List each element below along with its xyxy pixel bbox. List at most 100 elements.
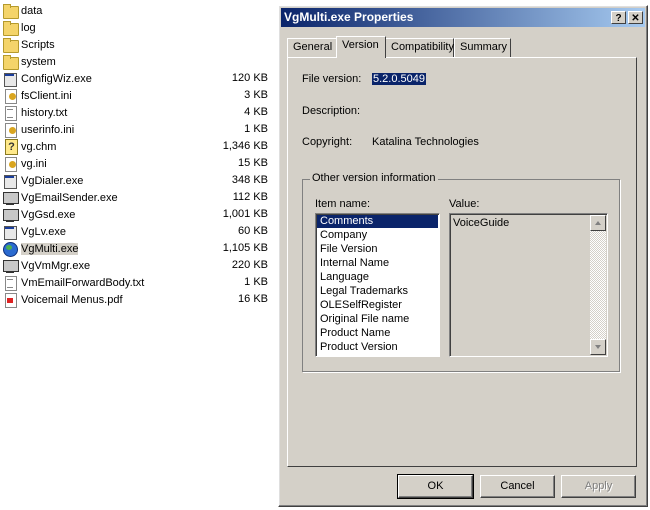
group-title: Other version information <box>310 172 438 184</box>
ok-button[interactable]: OK <box>397 474 474 499</box>
arrow-up-icon <box>595 221 601 225</box>
file-name: VgGsd.exe <box>21 208 76 221</box>
file-size: 15 KB <box>238 157 268 169</box>
file-size: 16 KB <box>238 293 268 305</box>
file-name: VmEmailForwardBody.txt <box>21 276 145 289</box>
dialog-title: VgMulti.exe Properties <box>284 10 414 24</box>
file-name: VgVmMgr.exe <box>21 259 91 272</box>
copyright-label: Copyright: <box>302 136 353 148</box>
value-label: Value: <box>449 198 480 210</box>
file-size: 348 KB <box>231 174 268 186</box>
tab-general[interactable]: General <box>287 38 339 57</box>
ini-icon <box>2 88 18 104</box>
file-row[interactable]: vg.ini <box>2 155 176 172</box>
dialog-titlebar[interactable]: VgMulti.exe Properties ? ✕ <box>281 8 645 27</box>
file-row[interactable]: VgLv.exe <box>2 223 176 240</box>
file-size: 112 KB <box>232 191 268 203</box>
file-row[interactable]: VgMulti.exe <box>2 240 176 257</box>
value-text: VoiceGuide <box>453 217 510 229</box>
exe-icon <box>2 224 18 240</box>
ini-icon <box>2 156 18 172</box>
file-name: vg.ini <box>21 157 47 170</box>
file-row[interactable]: VgVmMgr.exe <box>2 257 176 274</box>
file-size: 1,001 KB <box>222 208 268 220</box>
file-version-label: File version: <box>302 73 362 85</box>
file-row[interactable]: VgGsd.exe <box>2 206 176 223</box>
value-textbox[interactable]: VoiceGuide <box>449 213 608 357</box>
file-name: ConfigWiz.exe <box>21 72 92 85</box>
text-file-icon <box>2 105 18 121</box>
help-file-icon <box>2 138 18 155</box>
file-size: 60 KB <box>238 225 268 237</box>
version-tab-panel: File version: 5.2.0.5049 Description: Co… <box>287 57 637 467</box>
list-item[interactable]: Language <box>317 271 438 284</box>
list-item[interactable]: Original File name <box>317 313 438 326</box>
list-item[interactable]: Product Version <box>317 341 438 354</box>
file-row[interactable]: VgDialer.exe <box>2 172 176 189</box>
list-item[interactable]: Comments <box>317 215 438 228</box>
file-name: VgEmailSender.exe <box>21 191 118 204</box>
file-name: VgDialer.exe <box>21 174 84 187</box>
file-row[interactable]: system <box>2 53 176 70</box>
file-size <box>178 36 268 53</box>
file-name: VgLv.exe <box>21 225 67 238</box>
file-name: Scripts <box>21 38 55 51</box>
tab-summary[interactable]: Summary <box>454 38 511 57</box>
file-size: 220 KB <box>231 259 268 271</box>
scroll-down-button[interactable] <box>590 339 606 355</box>
file-name: vg.chm <box>21 140 57 153</box>
file-row[interactable]: userinfo.ini <box>2 121 176 138</box>
copyright-value[interactable]: Katalina Technologies <box>372 136 479 148</box>
folder-icon <box>2 3 19 19</box>
file-row[interactable]: history.txt <box>2 104 176 121</box>
file-size: 3 KB <box>244 89 268 101</box>
file-row[interactable]: data <box>2 2 176 19</box>
network-icon <box>2 190 19 206</box>
file-size <box>178 19 268 36</box>
apply-button[interactable]: Apply <box>561 475 636 498</box>
list-item[interactable]: Legal Trademarks <box>317 285 438 298</box>
ini-icon <box>2 122 18 138</box>
file-row[interactable]: VmEmailForwardBody.txt <box>2 274 176 291</box>
file-name: userinfo.ini <box>21 123 75 136</box>
folder-icon <box>2 37 19 53</box>
scroll-up-button[interactable] <box>590 215 606 231</box>
file-name: VgMulti.exe <box>21 242 79 255</box>
file-size: 1,346 KB <box>222 140 268 152</box>
list-item[interactable]: Internal Name <box>317 257 438 270</box>
file-size: 1,105 KB <box>222 242 268 254</box>
file-row[interactable]: vg.chm <box>2 138 176 155</box>
file-row[interactable]: Voicemail Menus.pdf <box>2 291 176 308</box>
file-size: 4 KB <box>244 106 268 118</box>
item-name-label: Item name: <box>315 198 371 210</box>
file-name: data <box>21 4 43 17</box>
file-row[interactable]: VgEmailSender.exe <box>2 189 176 206</box>
list-item[interactable]: File Version <box>317 243 438 256</box>
close-button[interactable]: ✕ <box>628 11 643 24</box>
list-item[interactable]: Company <box>317 229 438 242</box>
file-row[interactable]: fsClient.ini <box>2 87 176 104</box>
item-name-listbox[interactable]: Comments Company File Version Internal Name… <box>315 213 440 357</box>
folder-icon <box>2 20 19 36</box>
file-size: 120 KB <box>231 72 268 84</box>
value-scrollbar[interactable] <box>590 215 606 355</box>
file-version-value[interactable]: 5.2.0.5049 <box>372 73 426 85</box>
help-button[interactable]: ? <box>611 11 626 24</box>
tab-version[interactable]: Version <box>336 36 386 58</box>
exe-icon <box>2 71 18 87</box>
other-version-info-group: Other version information Item name: Val… <box>302 172 620 372</box>
folder-icon <box>2 54 19 70</box>
file-size <box>178 53 268 70</box>
cancel-button[interactable]: Cancel <box>480 475 555 498</box>
list-item[interactable]: OLESelfRegister <box>317 299 438 312</box>
file-row[interactable]: log <box>2 19 176 36</box>
file-name: fsClient.ini <box>21 89 72 102</box>
file-size: 1 KB <box>244 276 268 288</box>
tab-compatibility[interactable]: Compatibility <box>385 38 454 57</box>
file-row[interactable]: Scripts <box>2 36 176 53</box>
file-row[interactable]: ConfigWiz.exe <box>2 70 176 87</box>
globe-icon <box>2 241 18 257</box>
file-size <box>178 2 268 19</box>
file-list: data log Scripts system ConfigWiz.exe fsClien… <box>0 0 179 510</box>
list-item[interactable]: Product Name <box>317 327 438 340</box>
